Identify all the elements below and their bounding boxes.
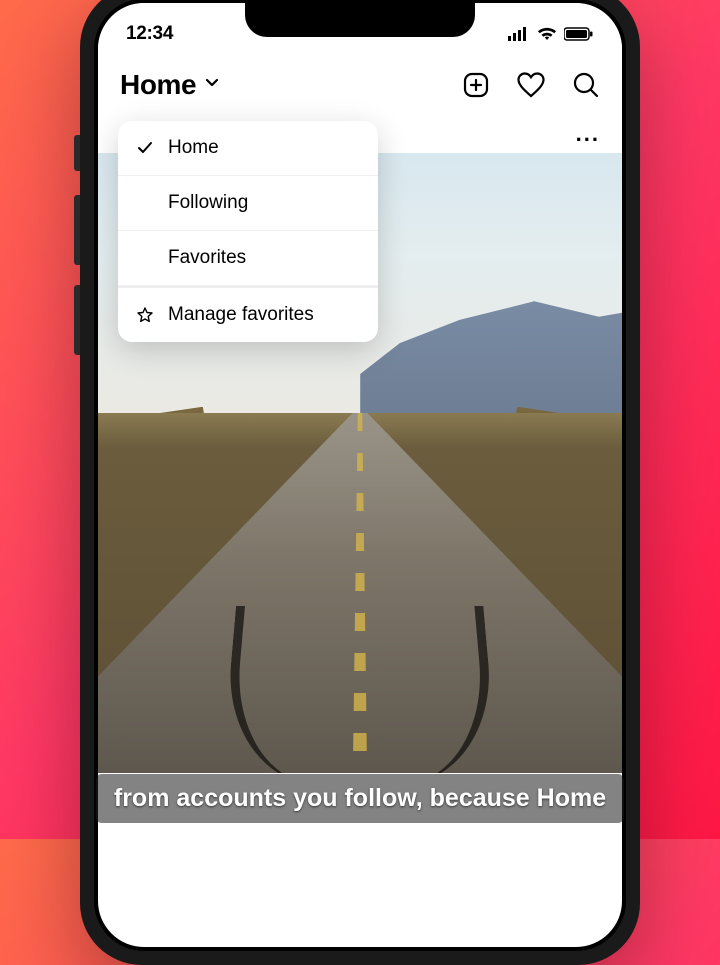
dropdown-item-label: Home xyxy=(168,137,219,159)
side-button xyxy=(74,195,80,265)
chevron-down-icon xyxy=(204,74,220,95)
feed-selector-button[interactable]: Home xyxy=(120,69,220,101)
dropdown-item-manage-favorites[interactable]: Manage favorites xyxy=(118,286,378,342)
search-icon[interactable] xyxy=(572,71,600,99)
notch xyxy=(245,3,475,37)
dropdown-item-following[interactable]: Following xyxy=(118,176,378,231)
dropdown-item-label: Manage favorites xyxy=(168,304,314,326)
dropdown-item-label: Following xyxy=(168,192,248,214)
feed-dropdown: Home Following Favorites Manage favorite… xyxy=(118,121,378,342)
create-post-icon[interactable] xyxy=(462,71,490,99)
check-icon xyxy=(136,140,154,156)
header-actions xyxy=(462,71,600,99)
header-title: Home xyxy=(120,69,196,101)
video-caption: from accounts you follow, because Home xyxy=(96,774,624,823)
battery-icon xyxy=(564,27,594,41)
side-button xyxy=(74,285,80,355)
status-time: 12:34 xyxy=(126,23,173,45)
dropdown-item-label: Favorites xyxy=(168,247,246,269)
dropdown-item-home[interactable]: Home xyxy=(118,121,378,176)
activity-heart-icon[interactable] xyxy=(516,71,546,99)
status-indicators xyxy=(508,27,594,41)
side-button xyxy=(74,135,80,171)
app-header: Home xyxy=(98,55,622,115)
wifi-icon xyxy=(537,27,557,41)
dropdown-item-favorites[interactable]: Favorites xyxy=(118,231,378,286)
cellular-icon xyxy=(508,27,530,41)
post-options-button[interactable]: ... xyxy=(576,129,600,139)
star-icon xyxy=(136,307,154,323)
